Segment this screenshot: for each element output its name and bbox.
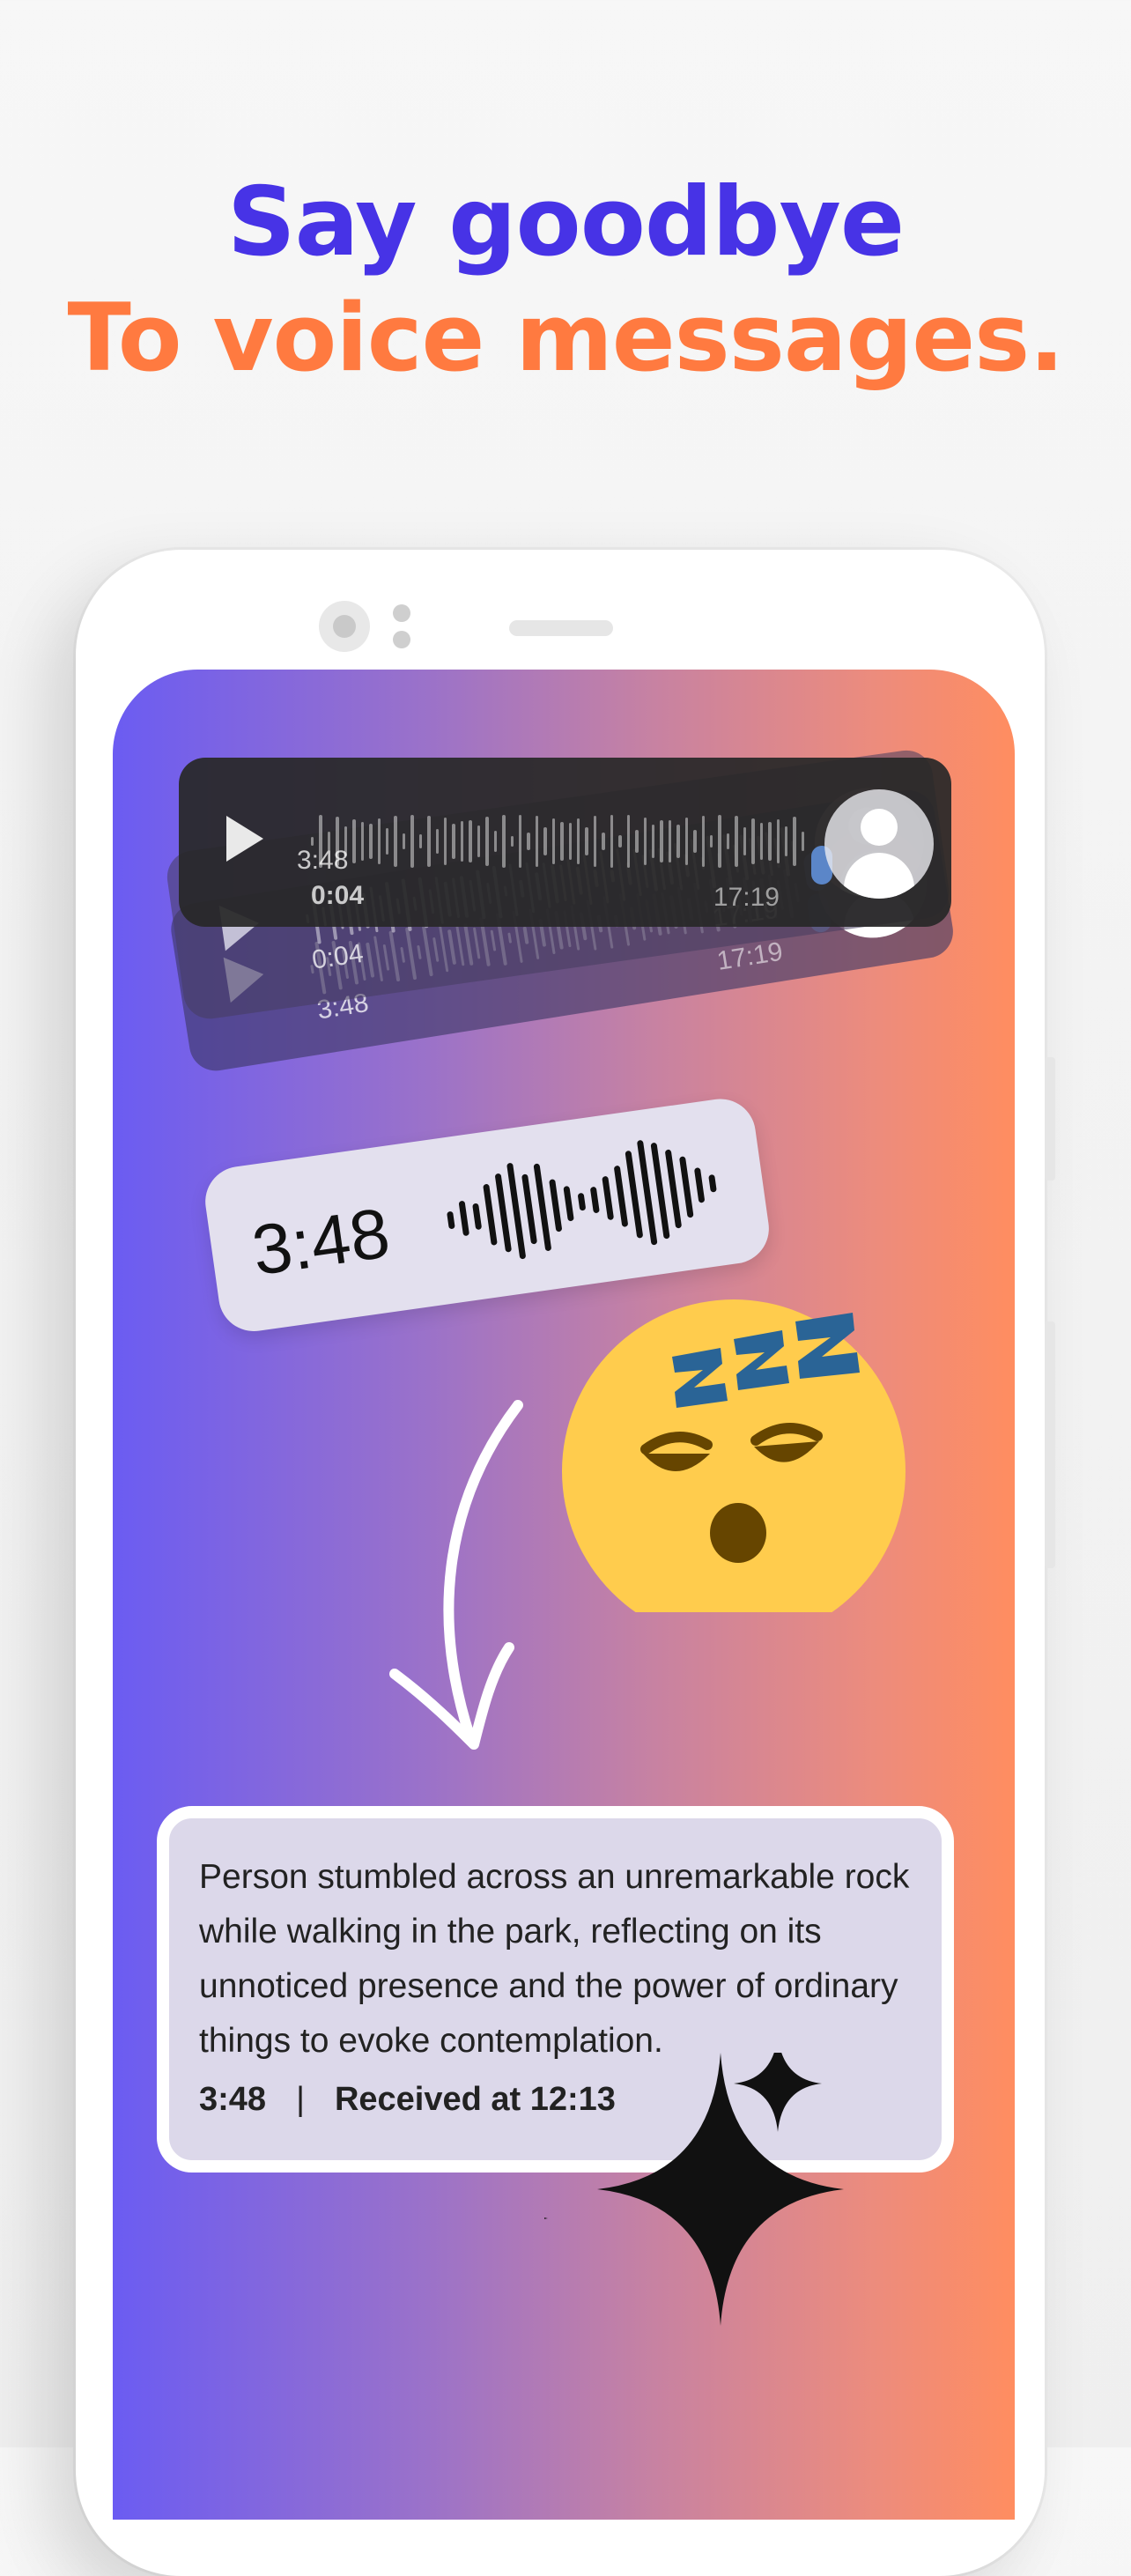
waveform-bar (743, 827, 747, 855)
waveform-bar (668, 820, 672, 862)
waveform-bar (385, 828, 389, 855)
voice-position: 3:48 (297, 846, 349, 875)
waveform-bar (535, 816, 539, 867)
waveform-bar (602, 833, 605, 850)
waveform-bar (472, 1203, 483, 1231)
waveform-bar (469, 819, 472, 863)
waveform-bar (660, 820, 663, 862)
sleeping-face-emoji (562, 1299, 906, 1612)
waveform-bar (527, 832, 530, 851)
waveform-bar (452, 824, 455, 859)
waveform-bar (485, 817, 489, 866)
waveform-bar (726, 833, 730, 850)
meta-separator: | (296, 2081, 305, 2118)
waveform-bar (377, 818, 381, 865)
waveform-bar (589, 1186, 600, 1214)
waveform-bar (458, 1200, 470, 1237)
summary-text: Person stumbled across an unremarkable r… (199, 1858, 910, 2060)
waveform-bar (678, 1156, 694, 1218)
waveform-bar (518, 815, 522, 868)
waveform-bar (543, 826, 547, 856)
side-button (1045, 1057, 1055, 1181)
waveform-bar (618, 835, 622, 848)
waveform-bar (635, 829, 639, 854)
waveform-bar (549, 1179, 563, 1232)
waveform-bar (369, 823, 373, 860)
waveform-bar (710, 834, 713, 848)
waveform-bar (718, 815, 721, 868)
app-screen: 3:48 17:19 0:04 17:19 3:48 0:04 17:19 3:… (113, 670, 1015, 2520)
curved-arrow-icon (389, 1400, 523, 1750)
voice-time: 17:19 (713, 883, 780, 912)
waveform-bar (768, 822, 772, 861)
waveform-bar (493, 830, 498, 853)
headline-line1: Say goodbye (226, 167, 905, 278)
waveform-bar (444, 818, 447, 865)
waveform-bar (676, 824, 680, 859)
waveform-bar (502, 815, 506, 868)
waveform-bar (510, 835, 514, 848)
waveform-bar (626, 815, 631, 868)
waveform-bar (577, 818, 580, 864)
waveform-bar (708, 1173, 717, 1193)
waveform-bar (793, 816, 796, 867)
waveform-bar (701, 815, 705, 868)
voice-duration: 0:04 (311, 881, 365, 910)
waveform-bar (435, 829, 439, 854)
waveform-bar (577, 1192, 587, 1211)
waveform-bar (801, 832, 805, 851)
waveform-bar (610, 815, 614, 868)
waveform-bar (602, 1175, 615, 1221)
front-camera-icon (319, 601, 370, 652)
waveform-bar (693, 1167, 706, 1203)
avatar-icon (824, 789, 934, 899)
waveform-bar (477, 825, 481, 858)
waveform-bar (418, 834, 423, 848)
waveform-bar (427, 815, 431, 868)
voice-duration: 0:04 (310, 938, 366, 975)
waveform-bar (613, 1165, 629, 1228)
waveform-bar (560, 822, 564, 861)
waveform-bar (585, 827, 588, 855)
waveform-bar (784, 826, 788, 856)
waveform-bar (563, 1185, 574, 1222)
waveform-bar (311, 837, 314, 846)
waveform-bar (735, 816, 738, 867)
waveform-bar (643, 817, 647, 866)
waveform-bar (394, 815, 397, 868)
waveform-bar (483, 1183, 498, 1246)
earpiece-speaker (509, 620, 613, 636)
headline-line2: To voice messages. (67, 284, 1064, 392)
sensor-icon (393, 604, 412, 652)
waveform-bar (551, 818, 556, 864)
waveform-bar (693, 829, 697, 854)
waveform-icon (311, 811, 805, 872)
waveform-bar (593, 816, 597, 867)
waveform-bar (460, 820, 464, 862)
pill-duration: 3:48 (247, 1193, 395, 1291)
waveform-bar (568, 822, 572, 861)
sparkles-icon (544, 2053, 844, 2326)
waveform-bar (410, 815, 414, 868)
waveform-bar (684, 817, 689, 866)
summary-duration: 3:48 (199, 2081, 267, 2118)
waveform-bar (360, 821, 365, 862)
side-button (1045, 1321, 1055, 1568)
waveform-bar (751, 818, 755, 865)
waveform-bar (521, 1173, 538, 1245)
waveform-bar (651, 825, 655, 858)
waveform-bar (402, 833, 406, 849)
waveform-bar (776, 818, 780, 864)
waveform-icon (440, 1129, 735, 1273)
waveform-bar (447, 1210, 455, 1230)
play-icon[interactable] (226, 816, 263, 862)
waveform-bar (352, 819, 356, 863)
waveform-bar (759, 823, 764, 860)
voice-message-bubble[interactable]: 3:48 0:04 17:19 (179, 758, 951, 927)
